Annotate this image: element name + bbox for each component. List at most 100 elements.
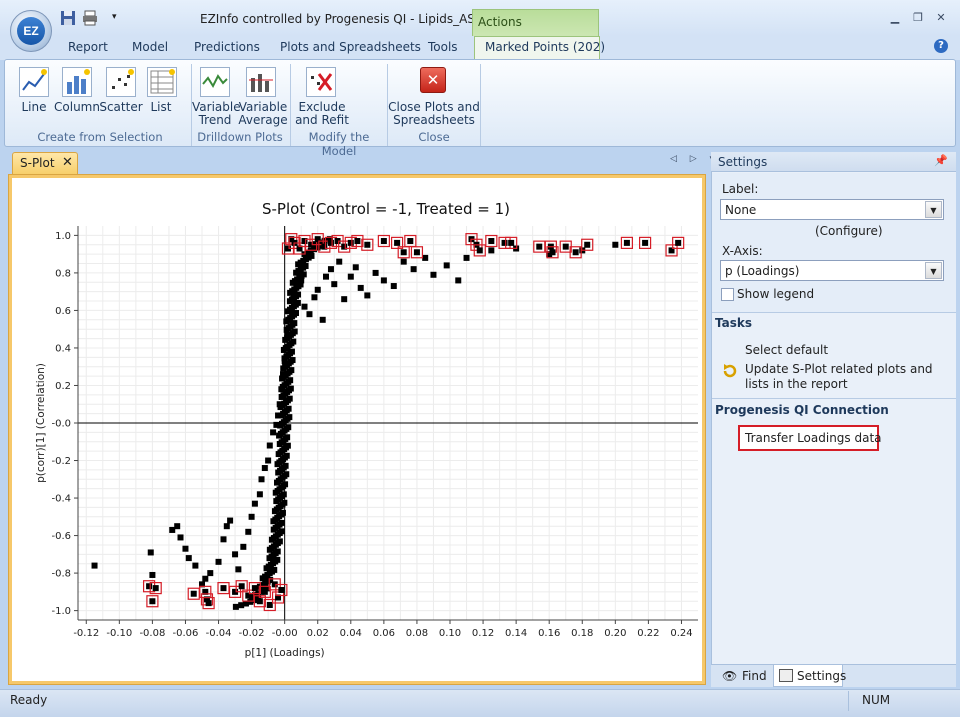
marked-point bbox=[584, 241, 591, 248]
close-plots-icon: ✕ bbox=[420, 67, 446, 93]
marked-point bbox=[238, 583, 245, 590]
marked-point bbox=[266, 601, 273, 608]
data-point bbox=[311, 294, 318, 301]
data-point bbox=[286, 316, 293, 323]
marked-point bbox=[327, 239, 334, 246]
data-point bbox=[283, 344, 290, 351]
variable-trend-button[interactable]: Variable Trend bbox=[192, 101, 241, 127]
data-point bbox=[301, 303, 308, 310]
data-point bbox=[298, 277, 305, 284]
scatter-button[interactable]: Scatter bbox=[99, 101, 143, 114]
transfer-loadings-link[interactable]: Transfer Loadings data bbox=[745, 431, 882, 445]
select-default-link[interactable]: Select default bbox=[745, 343, 828, 357]
pin-icon[interactable]: 📌 bbox=[934, 154, 948, 167]
chevron-down-icon: ▼ bbox=[925, 262, 942, 279]
marked-point bbox=[642, 239, 649, 246]
window-title: EZInfo controlled by Progenesis QI - Lip… bbox=[200, 12, 493, 26]
marked-point bbox=[256, 598, 263, 605]
tab-s-plot-label: S-Plot bbox=[20, 156, 55, 170]
x-tick-label: 0.08 bbox=[406, 628, 428, 639]
data-point bbox=[463, 254, 470, 261]
status-bar bbox=[0, 689, 960, 717]
print-icon[interactable] bbox=[82, 10, 98, 26]
s-plot-chart[interactable]: 1.0 0.8 0.6 0.4 0.2 -0.0 -0.2 -0.4 -0.6 -0.8 -1.0-… bbox=[12, 178, 702, 681]
show-legend-checkbox[interactable] bbox=[721, 288, 734, 301]
tab-settings[interactable]: Settings bbox=[797, 669, 846, 683]
save-icon[interactable] bbox=[60, 10, 76, 26]
column-button[interactable]: Column bbox=[54, 101, 100, 114]
data-point bbox=[240, 543, 247, 550]
data-point bbox=[232, 551, 239, 558]
tab-report[interactable]: Report bbox=[68, 40, 108, 54]
x-tick-label: -0.08 bbox=[139, 628, 165, 639]
restore-icon[interactable]: ❐ bbox=[910, 11, 926, 24]
marked-point bbox=[205, 600, 212, 607]
x-tick-label: -0.10 bbox=[106, 628, 132, 639]
data-point bbox=[270, 429, 277, 436]
y-tick-label: 0.6 bbox=[55, 306, 71, 317]
tab-find[interactable]: Find bbox=[742, 669, 767, 683]
s-plot-svg[interactable]: 1.00.80.60.40.2-0.0-0.2-0.4-0.6-0.8-1.0-… bbox=[12, 178, 702, 681]
list-button[interactable]: List bbox=[143, 101, 179, 114]
marked-point bbox=[347, 239, 354, 246]
data-point bbox=[306, 311, 313, 318]
app-menu-button[interactable]: EZ bbox=[10, 10, 52, 52]
x-axis-label: p[1] (Loadings) bbox=[245, 647, 325, 659]
settings-icon bbox=[779, 669, 793, 682]
data-point bbox=[357, 284, 364, 291]
data-point bbox=[280, 371, 287, 378]
data-point bbox=[215, 558, 222, 565]
marked-point bbox=[354, 238, 361, 245]
xaxis-select[interactable]: p (Loadings) ▼ bbox=[720, 260, 944, 281]
tab-marked-points[interactable]: Marked Points (202) bbox=[485, 40, 605, 54]
configure-link[interactable]: (Configure) bbox=[815, 224, 883, 238]
tab-model[interactable]: Model bbox=[132, 40, 168, 54]
marked-point bbox=[562, 243, 569, 250]
x-tick-label: 0.14 bbox=[505, 628, 527, 639]
data-point bbox=[261, 465, 268, 472]
help-icon[interactable]: ? bbox=[934, 39, 948, 53]
marked-point bbox=[152, 585, 159, 592]
marked-point bbox=[407, 238, 414, 245]
marked-point bbox=[251, 585, 258, 592]
marked-point bbox=[488, 238, 495, 245]
line-button[interactable]: Line bbox=[14, 101, 54, 114]
settings-panel-title: Settings bbox=[718, 155, 768, 169]
group-label-drilldown: Drilldown Plots bbox=[197, 130, 283, 144]
data-point bbox=[174, 523, 181, 530]
marked-point bbox=[400, 249, 407, 256]
status-text: Ready bbox=[10, 693, 48, 707]
y-tick-label: -0.0 bbox=[51, 419, 71, 430]
tab-tools[interactable]: Tools bbox=[428, 40, 458, 54]
variable-trend-icon bbox=[200, 67, 230, 97]
y-tick-label: -1.0 bbox=[51, 606, 71, 617]
variable-average-button[interactable]: Variable Average bbox=[238, 101, 288, 127]
data-point bbox=[336, 258, 343, 265]
tab-predictions[interactable]: Predictions bbox=[194, 40, 260, 54]
tab-plots-and-spreadsheets[interactable]: Plots and Spreadsheets bbox=[280, 40, 421, 54]
data-point bbox=[91, 562, 98, 569]
label-select[interactable]: None ▼ bbox=[720, 199, 944, 220]
x-tick-label: -0.04 bbox=[206, 628, 232, 639]
data-point bbox=[185, 555, 192, 562]
x-tick-label: 0.18 bbox=[571, 628, 593, 639]
data-point bbox=[149, 571, 156, 578]
ez-logo-icon: EZ bbox=[17, 17, 45, 45]
close-icon[interactable]: ✕ bbox=[933, 11, 949, 24]
close-plots-and-spreadsheets-button[interactable]: Close Plots and Spreadsheets bbox=[388, 101, 480, 127]
data-point bbox=[275, 412, 282, 419]
marked-point bbox=[536, 243, 543, 250]
show-legend-label: Show legend bbox=[737, 287, 815, 301]
minimize-icon[interactable]: ▁ bbox=[887, 11, 903, 24]
y-tick-label: -0.2 bbox=[51, 456, 71, 467]
update-splot-link[interactable]: Update S-Plot related plots and lists in… bbox=[745, 362, 945, 392]
data-point bbox=[147, 549, 154, 556]
marked-point bbox=[190, 590, 197, 597]
data-point bbox=[258, 476, 265, 483]
data-point bbox=[352, 264, 359, 271]
quick-access-dropdown-icon[interactable]: ▾ bbox=[112, 12, 128, 28]
exclude-and-refit-button[interactable]: Exclude and Refit bbox=[290, 101, 354, 127]
tab-close-icon[interactable]: ✕ bbox=[62, 155, 73, 170]
data-point bbox=[291, 288, 298, 295]
x-tick-label: -0.12 bbox=[73, 628, 99, 639]
